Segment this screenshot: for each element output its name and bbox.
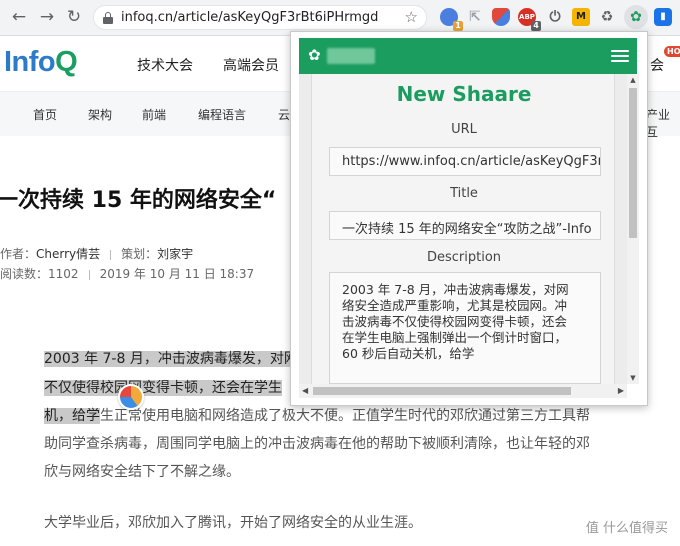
infoq-logo[interactable]: InfoQ	[4, 46, 78, 79]
address-bar[interactable]: infoq.cn/article/asKeyQgF3rBt6iPHrmgd ☆	[93, 5, 427, 30]
article-stats: 阅读数：1102 2019 年 10 月 11 日 18:37	[0, 265, 254, 282]
abp-label: ABP	[519, 13, 535, 21]
subnav-cloud[interactable]: 云	[278, 106, 290, 123]
scroll-right-icon[interactable]: ▶	[618, 386, 624, 395]
publish-date: 2019 年 10 月 11 日 18:37	[99, 267, 255, 281]
subnav-frontend[interactable]: 前端	[142, 106, 166, 123]
url-input[interactable]: https://www.infoq.cn/article/asKeyQgF3r	[329, 147, 601, 176]
scroll-down-icon[interactable]: ▼	[629, 374, 637, 382]
shaarli-extension-icon[interactable]: ✿	[624, 5, 648, 29]
planner-name[interactable]: 刘家宇	[157, 247, 193, 261]
pointer-extension-icon[interactable]: ⇱	[466, 8, 484, 26]
scroll-thumb[interactable]	[629, 88, 637, 238]
watermark-text: 值 什么值得买	[585, 521, 668, 536]
blurred-username	[327, 48, 375, 64]
reads-count: 1102	[48, 267, 79, 281]
article-paragraph-line: 2003 年 7-8 月，冲击波病毒爆发，对网	[44, 346, 298, 372]
description-label: Description	[426, 250, 502, 265]
adblock-extension-icon[interactable]: ABP 4	[518, 8, 541, 31]
m-extension-icon[interactable]: M	[572, 8, 590, 26]
address-url[interactable]: infoq.cn/article/asKeyQgF3rBt6iPHrmgd	[121, 10, 378, 25]
paragraph-text: 生正常使用电脑和网络造成了极大不便。正值学生时代的邓欣通过第三方工具帮	[100, 408, 590, 424]
subnav-home[interactable]: 首页	[33, 106, 57, 123]
meta-divider	[88, 269, 90, 280]
forward-button[interactable]: →	[36, 6, 58, 28]
extension-badge: 1	[453, 21, 463, 31]
reads-label: 阅读数：	[0, 267, 49, 281]
popup-body: New Shaare URL https://www.infoq.cn/arti…	[299, 74, 627, 384]
title-input[interactable]: 一次持续 15 年的网络安全“攻防之战”-Info	[329, 211, 601, 240]
lock-icon[interactable]	[103, 12, 113, 24]
nav-link-premium[interactable]: 高端会员	[223, 55, 279, 75]
subnav-industry[interactable]: 产业互	[646, 106, 680, 140]
hot-badge: HOT	[664, 46, 680, 57]
article-paragraph-line: 助同学查杀病毒，周围同学电脑上的冲击波病毒在他的帮助下被顺利清除，也让年轻的邓	[44, 436, 590, 452]
logo-q: Q	[55, 46, 78, 78]
title-label: Title	[450, 186, 478, 201]
description-line: 击波病毒不仅使得校园网变得卡顿，还会	[342, 314, 568, 329]
pocket-extension-icon[interactable]: ▮	[654, 8, 672, 26]
meta-divider	[110, 249, 112, 260]
selected-text: 不仅使得校园网变得卡顿，还会在学生	[44, 380, 282, 396]
description-textarea[interactable]: 2003 年 7-8 月，冲击波病毒爆发，对网 络安全造成严重影响，尤其是校园网…	[329, 272, 601, 384]
floating-share-icon[interactable]	[118, 384, 144, 410]
scroll-left-icon[interactable]: ◀	[302, 386, 308, 395]
article-paragraph-line: 大学毕业后，邓欣加入了腾讯，开始了网络安全的从业生涯。	[44, 515, 422, 531]
selected-text: 机，给学	[44, 408, 100, 424]
power-extension-icon[interactable]: ⏻	[546, 8, 564, 26]
shaarli-logo-icon[interactable]: ✿	[308, 46, 321, 64]
description-line: 络安全造成严重影响，尤其是校园网。冲	[342, 298, 568, 313]
shaare-form: New Shaare URL https://www.infoq.cn/arti…	[311, 74, 615, 384]
menu-icon[interactable]	[611, 50, 629, 62]
back-button[interactable]: ←	[8, 6, 30, 28]
watermark: 值 什么值得买	[586, 517, 668, 536]
subnav-architecture[interactable]: 架构	[88, 106, 112, 123]
author-name[interactable]: Cherry倩芸	[36, 247, 100, 261]
scroll-thumb[interactable]	[313, 387, 571, 395]
article-paragraph-line: 不仅使得校园网变得卡顿，还会在学生	[44, 375, 282, 401]
horizontal-scrollbar[interactable]: ◀ ▶	[299, 384, 627, 398]
author-label: 作者：	[0, 247, 37, 261]
article-paragraph-line: 欣与网络安全结下了不解之缘。	[44, 464, 240, 480]
article-title: 一次持续 15 年的网络安全“	[0, 188, 277, 213]
nav-link-conference[interactable]: 技术大会	[137, 55, 193, 75]
description-line: 60 秒后自动关机，给学	[342, 346, 475, 361]
extension-badge: 4	[531, 21, 541, 31]
description-line: 在学生电脑上强制弹出一个倒计时窗口，	[342, 330, 568, 345]
url-label: URL	[451, 122, 477, 137]
shield-extension-icon[interactable]	[492, 8, 510, 26]
logo-text: Info	[4, 46, 56, 78]
selected-text: 2003 年 7-8 月，冲击波病毒爆发，对网	[44, 351, 298, 367]
description-line: 2003 年 7-8 月，冲击波病毒爆发，对网	[342, 282, 569, 297]
reload-button[interactable]: ↻	[63, 6, 85, 28]
scroll-up-icon[interactable]: ▲	[629, 76, 637, 84]
subnav-languages[interactable]: 编程语言	[198, 106, 246, 123]
planner-label: 策划：	[121, 247, 158, 261]
shaarli-popup: ✿ New Shaare URL https://www.infoq.cn/ar…	[290, 31, 648, 406]
cursor-extension-icon[interactable]: 1	[440, 8, 463, 31]
article-byline: 作者：Cherry倩芸 策划：刘家宇	[0, 245, 193, 262]
bookmark-star-icon[interactable]: ☆	[405, 8, 418, 26]
vertical-scrollbar[interactable]: ▲ ▼	[627, 74, 639, 384]
recycle-extension-icon[interactable]: ♻	[598, 8, 616, 26]
nav-link-more[interactable]: 会	[650, 55, 664, 75]
popup-header: ✿	[299, 38, 637, 74]
form-title: New Shaare	[396, 82, 532, 106]
